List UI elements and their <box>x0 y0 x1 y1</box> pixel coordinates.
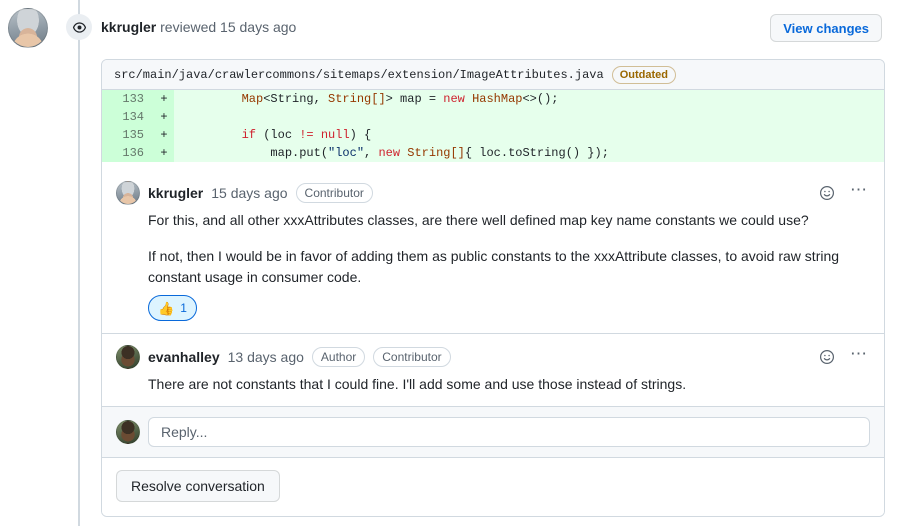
comment-paragraph: If not, then I would be in favor of addi… <box>148 247 840 286</box>
review-comment: kkrugler 15 days ago Contributor ⋯ For this,… <box>102 170 884 334</box>
reaction-thumbsup-button[interactable]: 👍 1 <box>148 295 197 322</box>
file-path[interactable]: src/main/java/crawlercommons/sitemaps/ex… <box>114 68 604 82</box>
code-token: <>(); <box>522 92 559 106</box>
resolve-conversation-button[interactable]: Resolve conversation <box>116 469 280 502</box>
code-token: ) { <box>349 128 372 142</box>
comment-body: For this, and all other xxxAttributes cl… <box>116 204 870 289</box>
comment-timestamp: 15 days ago <box>211 185 288 201</box>
code-token: HashMap <box>472 92 523 106</box>
smiley-icon[interactable] <box>816 346 838 368</box>
comment-actions: ⋯ <box>816 181 870 204</box>
reply-input[interactable] <box>148 416 870 447</box>
smiley-icon[interactable] <box>816 182 838 204</box>
diff-line: 135 + if (loc != null) { <box>102 126 884 144</box>
diff-hunk: 133 + Map<String, String[]> map = new Has… <box>102 90 884 162</box>
timeline-rail <box>78 0 80 526</box>
code-token: (loc <box>256 128 300 142</box>
comment-paragraph: There are not constants that I could fin… <box>148 376 687 393</box>
reaction-count: 1 <box>180 301 187 316</box>
diff-line-code <box>174 108 884 126</box>
pr-review-thread: kkrugler reviewed 15 days ago View chang… <box>0 0 900 526</box>
comment-author-username[interactable]: evanhalley <box>148 349 220 365</box>
diff-line-number: 135 <box>102 126 154 144</box>
reply-avatar <box>116 419 140 444</box>
diff-line-number: 134 <box>102 108 154 126</box>
comment-paragraph: For this, and all other xxxAttributes cl… <box>148 212 809 228</box>
diff-line: 133 + Map<String, String[]> map = new Has… <box>102 90 884 108</box>
code-token: <String, <box>263 92 329 106</box>
diff-file-header: src/main/java/crawlercommons/sitemaps/ex… <box>102 60 884 90</box>
reviewer-username: kkrugler <box>101 19 157 35</box>
code-token: , <box>364 146 379 160</box>
role-badge-author: Author <box>311 347 366 368</box>
kebab-menu-icon[interactable]: ⋯ <box>848 345 870 368</box>
reviewer-avatar <box>8 8 48 48</box>
kebab-menu-icon[interactable]: ⋯ <box>848 181 870 204</box>
reactions-row: 👍 1 <box>116 295 870 329</box>
diff-bottom-spacer <box>102 162 884 170</box>
code-token: { loc.toString() }); <box>464 146 609 160</box>
diff-line-code: Map<String, String[]> map = new HashMap<… <box>174 90 884 108</box>
diff-line-sign: + <box>154 144 174 162</box>
comment-actions: ⋯ <box>816 345 870 368</box>
diff-line-code: map.put("loc", new String[]{ loc.toStrin… <box>174 144 884 162</box>
review-comment: evanhalley 13 days ago Author Contributor ⋯ T… <box>102 333 884 406</box>
thumbsup-icon: 👍 <box>158 300 175 316</box>
eye-icon <box>66 14 92 40</box>
view-changes-label: View changes <box>783 20 869 36</box>
comment-timestamp: 13 days ago <box>227 349 304 366</box>
code-token: new <box>378 146 401 160</box>
diff-line-sign: + <box>154 90 174 108</box>
comment-author-avatar[interactable] <box>116 345 140 370</box>
diff-line-sign: + <box>154 108 174 126</box>
code-token: String[] <box>328 92 386 106</box>
review-action-text: reviewed 15 days ago <box>156 19 297 35</box>
comment-header: evanhalley 13 days ago Author Contributor ⋯ <box>116 345 870 370</box>
code-token: String[] <box>407 146 465 160</box>
resolve-area: Resolve conversation <box>102 456 884 516</box>
view-changes-button[interactable]: View changes <box>770 14 882 42</box>
role-badge-contributor: Contributor <box>373 347 451 368</box>
code-token: if <box>241 128 257 142</box>
code-token: map.put( <box>184 146 329 160</box>
diff-line-code: if (loc != null) { <box>174 126 884 144</box>
review-header: kkrugler reviewed 15 days ago View chang… <box>0 0 900 52</box>
review-thread-card: src/main/java/crawlercommons/sitemaps/ex… <box>101 59 885 517</box>
comment-author-username[interactable]: kkrugler <box>148 185 203 201</box>
comment-body: There are not constants that I could fin… <box>116 368 870 396</box>
role-badge-contributor: Contributor <box>295 183 373 203</box>
code-token: Map <box>241 92 264 106</box>
reply-row <box>102 405 884 457</box>
diff-line: 136 + map.put("loc", new String[]{ loc.to… <box>102 144 884 162</box>
comment-list: kkrugler 15 days ago Contributor ⋯ For this,… <box>102 170 884 406</box>
comment-author-avatar[interactable] <box>116 181 140 205</box>
code-token: > map = <box>385 92 444 106</box>
code-token: != <box>299 128 314 142</box>
diff-line-number: 136 <box>102 144 154 162</box>
outdated-badge: Outdated <box>611 65 676 84</box>
code-token: "loc" <box>328 146 365 160</box>
diff-line-number: 133 <box>102 90 154 108</box>
code-token: null <box>320 128 350 142</box>
comment-header: kkrugler 15 days ago Contributor ⋯ <box>116 181 870 205</box>
diff-line-sign: + <box>154 126 174 144</box>
diff-lines: 133 + Map<String, String[]> map = new Has… <box>102 90 884 162</box>
diff-line: 134 + <box>102 108 884 126</box>
code-token: new <box>443 92 465 106</box>
review-summary-text: kkrugler reviewed 15 days ago <box>101 19 296 35</box>
